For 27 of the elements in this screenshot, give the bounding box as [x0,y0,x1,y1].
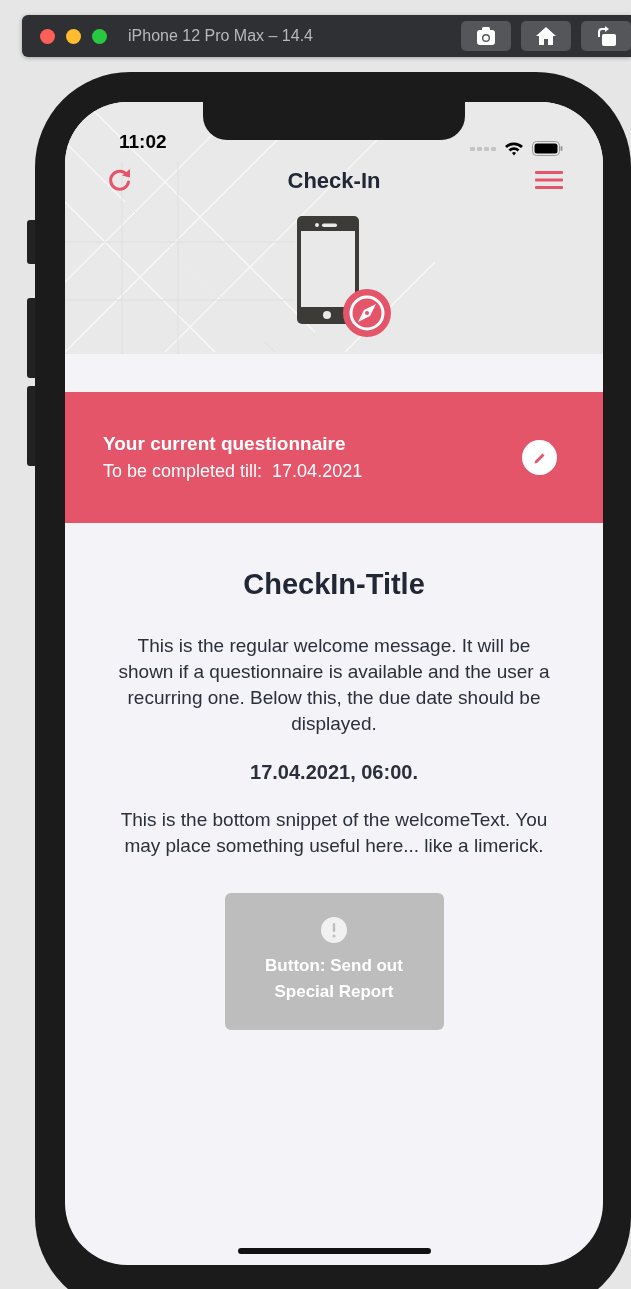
screenshot-button[interactable] [461,21,511,51]
rotate-button[interactable] [581,21,631,51]
refresh-button[interactable] [107,167,133,193]
menu-button[interactable] [535,170,563,190]
refresh-icon [107,167,133,193]
banner-subtitle: To be completed till: 17.04.2021 [103,460,363,484]
camera-icon [475,26,497,46]
content-title: CheckIn-Title [242,567,426,602]
status-time: 11:02 [119,129,167,154]
menu-icon [535,170,563,190]
window-title: iPhone 12 Pro Max – 14.4 [128,26,313,46]
banner-title: Your current questionnaire [103,431,347,456]
bottom-snippet: This is the bottom snippet of the welcomeText. You may place something useful here... like a limerick. [119,807,549,858]
home-icon [535,26,557,46]
wifi-icon [504,141,524,156]
zoom-window-dot[interactable] [92,28,107,44]
welcome-message: This is the regular welcome message. It will be shown if a questionnaire is available and the user a recurring one. Below this, the due date should be displayed. [117,633,551,736]
home-button[interactable] [521,21,571,51]
alert-icon [321,917,347,943]
screen-title: Check-In [287,166,381,195]
minimize-window-dot[interactable] [66,28,81,44]
edit-button[interactable] [522,440,557,475]
battery-icon [532,141,563,156]
close-window-dot[interactable] [40,28,55,44]
due-date: 17.04.2021, 06:00. [249,759,419,785]
signal-icon [470,145,496,152]
rotate-icon [595,25,617,47]
